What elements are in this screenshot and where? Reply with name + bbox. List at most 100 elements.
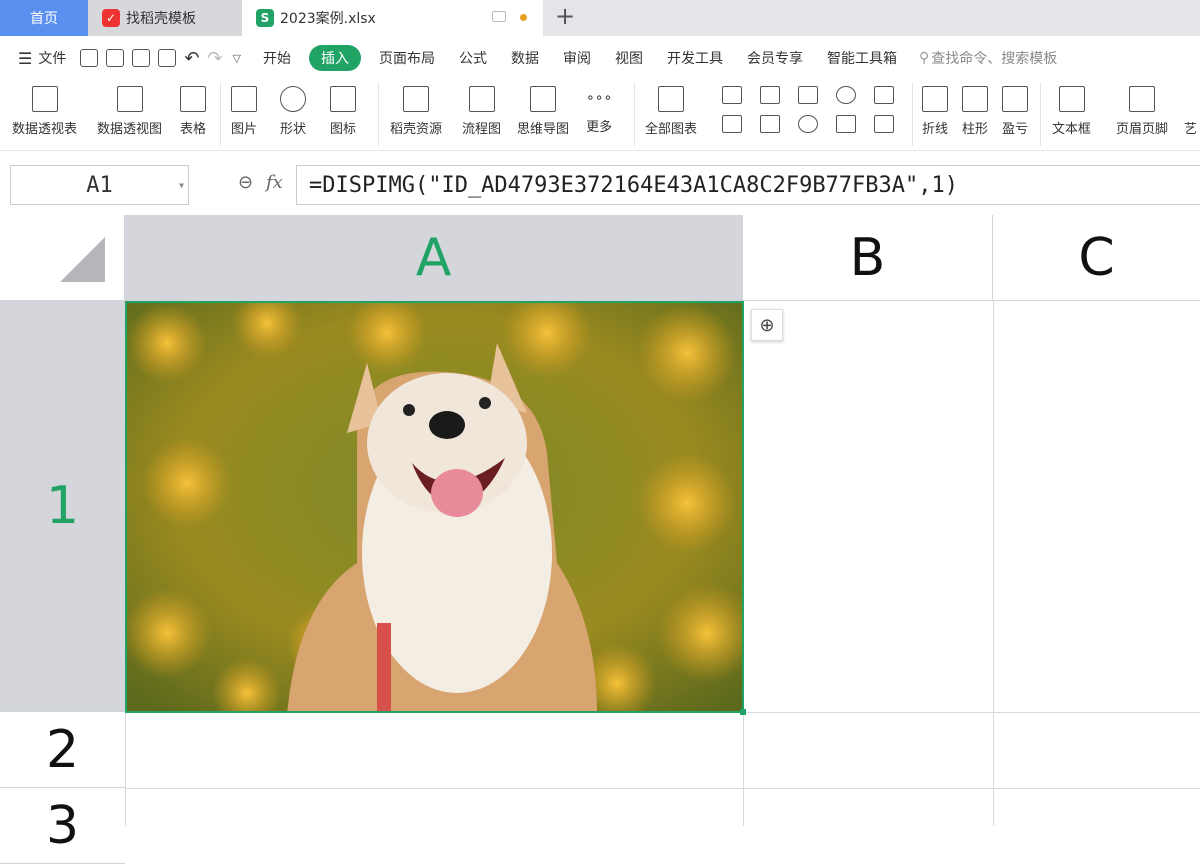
menu-bar: ☰ 文件 ↶ ↷ ▽ 开始 插入 页面布局 公式 数据 审阅 视图 开发工具 会… bbox=[0, 40, 1200, 76]
column-header-A[interactable]: A bbox=[125, 215, 743, 301]
cell-A1-image[interactable] bbox=[125, 301, 744, 713]
label: 稻壳资源 bbox=[390, 122, 443, 137]
scatter-chart-icon[interactable] bbox=[836, 115, 856, 133]
textbox-icon bbox=[1058, 86, 1085, 112]
all-charts-button[interactable]: 全部图表 bbox=[645, 78, 697, 137]
sparkline-line-button[interactable]: 折线 bbox=[922, 78, 948, 137]
menu-developer[interactable]: 开发工具 bbox=[655, 48, 735, 68]
row-header-2[interactable]: 2 bbox=[0, 712, 125, 788]
insert-function-button[interactable]: fx bbox=[266, 172, 283, 193]
monitor-icon[interactable] bbox=[492, 11, 506, 22]
store-icon bbox=[403, 86, 429, 112]
more-button[interactable]: ∘∘∘ 更多 bbox=[586, 78, 612, 135]
menu-home[interactable]: 开始 bbox=[251, 48, 303, 68]
flowchart-button[interactable]: 流程图 bbox=[462, 78, 501, 137]
wordart-button[interactable]: 艺 bbox=[1184, 78, 1197, 137]
menu-file[interactable]: 文件 bbox=[38, 48, 66, 68]
spreadsheet-icon: S bbox=[256, 9, 274, 27]
menu-review[interactable]: 审阅 bbox=[551, 48, 603, 68]
label: 柱形 bbox=[962, 122, 989, 137]
select-all-corner[interactable] bbox=[0, 215, 125, 301]
column-header-C[interactable]: C bbox=[993, 215, 1200, 301]
textbox-button[interactable]: 文本框 bbox=[1052, 78, 1091, 137]
pivot-chart-button[interactable]: 数据透视图 bbox=[97, 78, 162, 137]
docer-logo-icon: ✓ bbox=[102, 9, 120, 27]
icon-button[interactable]: 图标 bbox=[330, 78, 356, 137]
sparkline-winloss-button[interactable]: 盈亏 bbox=[1002, 78, 1028, 137]
chevron-down-icon[interactable]: ▼ bbox=[179, 181, 184, 190]
menu-member[interactable]: 会员专享 bbox=[735, 48, 815, 68]
shape-icon bbox=[280, 86, 306, 112]
customize-dropdown-icon[interactable]: ▽ bbox=[233, 52, 241, 65]
command-search-input[interactable]: 查找命令、搜索模板 bbox=[931, 48, 1057, 68]
divider bbox=[220, 82, 221, 146]
sparkline-winloss-icon bbox=[1002, 86, 1028, 112]
more-icon: ∘∘∘ bbox=[586, 90, 613, 106]
mindmap-button[interactable]: 思维导图 bbox=[517, 78, 569, 137]
ribbon: 数据透视表 数据透视图 表格 图片 形状 图标 稻壳资源 流程图 思维导图 ∘∘… bbox=[0, 78, 1200, 148]
pivot-table-button[interactable]: 数据透视表 bbox=[12, 78, 77, 137]
formula-text: =DISPIMG("ID_AD4793E372164E43A1CA8C2F9B7… bbox=[309, 172, 959, 198]
column-chart-icon[interactable] bbox=[722, 86, 742, 104]
stock-chart-icon[interactable] bbox=[874, 86, 894, 104]
save-icon[interactable] bbox=[80, 49, 99, 67]
tab-docer-templates[interactable]: ✓ 找稻壳模板 bbox=[88, 0, 242, 36]
zoom-formula-icon[interactable]: ⊖ bbox=[238, 172, 253, 193]
combo-chart-icon[interactable] bbox=[760, 115, 780, 133]
redo-icon[interactable]: ↷ bbox=[207, 48, 222, 69]
line-chart-icon[interactable] bbox=[798, 86, 818, 104]
header-footer-button[interactable]: 页眉页脚 bbox=[1116, 78, 1168, 137]
sparkline-line-icon bbox=[922, 86, 948, 112]
pie-chart-icon[interactable] bbox=[798, 115, 818, 133]
radar-chart-icon[interactable] bbox=[836, 86, 856, 104]
tab-label: 2023案例.xlsx bbox=[280, 11, 376, 27]
tab-label: 找稻壳模板 bbox=[126, 11, 196, 27]
header-footer-icon bbox=[1129, 86, 1155, 112]
label: 折线 bbox=[922, 122, 949, 137]
sparkline-column-icon bbox=[962, 86, 988, 112]
label: 图标 bbox=[330, 122, 357, 137]
sparkline-column-button[interactable]: 柱形 bbox=[962, 78, 988, 137]
menu-data[interactable]: 数据 bbox=[499, 48, 551, 68]
table-icon bbox=[180, 86, 206, 112]
label: 2 bbox=[45, 719, 80, 780]
area-chart-icon[interactable] bbox=[722, 115, 742, 133]
hamburger-icon[interactable]: ☰ bbox=[18, 49, 32, 68]
tab-label: 首页 bbox=[30, 11, 58, 27]
label: 形状 bbox=[280, 122, 307, 137]
bubble-chart-icon[interactable] bbox=[874, 115, 894, 133]
menu-view[interactable]: 视图 bbox=[603, 48, 655, 68]
label: 流程图 bbox=[462, 122, 502, 137]
export-pdf-icon[interactable] bbox=[106, 49, 125, 67]
picture-button[interactable]: 图片 bbox=[231, 78, 257, 137]
label: A bbox=[415, 227, 452, 288]
gridline bbox=[993, 301, 994, 826]
fill-handle[interactable] bbox=[740, 709, 746, 715]
new-tab-icon[interactable]: + bbox=[555, 2, 575, 30]
zoom-in-image-icon[interactable]: ⊕ bbox=[751, 309, 783, 341]
label: 数据透视图 bbox=[97, 122, 163, 137]
name-box[interactable]: A1 ▼ bbox=[10, 165, 189, 205]
label: 图片 bbox=[231, 122, 258, 137]
bar-chart-horizontal-icon[interactable] bbox=[760, 86, 780, 104]
label: 1 bbox=[45, 476, 80, 536]
flowchart-icon bbox=[468, 86, 495, 112]
menu-insert[interactable]: 插入 bbox=[309, 45, 361, 71]
menu-smart-toolbox[interactable]: 智能工具箱 bbox=[815, 48, 909, 68]
tab-workbook[interactable]: S 2023案例.xlsx bbox=[242, 0, 543, 36]
tab-bar: 首页 ✓ 找稻壳模板 S 2023案例.xlsx + bbox=[0, 0, 1200, 36]
menu-page-layout[interactable]: 页面布局 bbox=[367, 48, 447, 68]
print-preview-icon[interactable] bbox=[158, 49, 177, 67]
row-header-3[interactable]: 3 bbox=[0, 788, 125, 864]
print-icon[interactable] bbox=[132, 49, 151, 67]
menu-formulas[interactable]: 公式 bbox=[447, 48, 499, 68]
tab-home[interactable]: 首页 bbox=[0, 0, 88, 36]
undo-icon[interactable]: ↶ bbox=[184, 48, 199, 69]
row-header-1[interactable]: 1 bbox=[0, 301, 125, 712]
docer-resources-button[interactable]: 稻壳资源 bbox=[390, 78, 442, 137]
shape-button[interactable]: 形状 bbox=[280, 78, 306, 137]
table-button[interactable]: 表格 bbox=[180, 78, 206, 137]
formula-input[interactable]: =DISPIMG("ID_AD4793E372164E43A1CA8C2F9B7… bbox=[296, 165, 1200, 205]
column-header-B[interactable]: B bbox=[743, 215, 993, 301]
search-icon: ⚲ bbox=[919, 50, 930, 66]
